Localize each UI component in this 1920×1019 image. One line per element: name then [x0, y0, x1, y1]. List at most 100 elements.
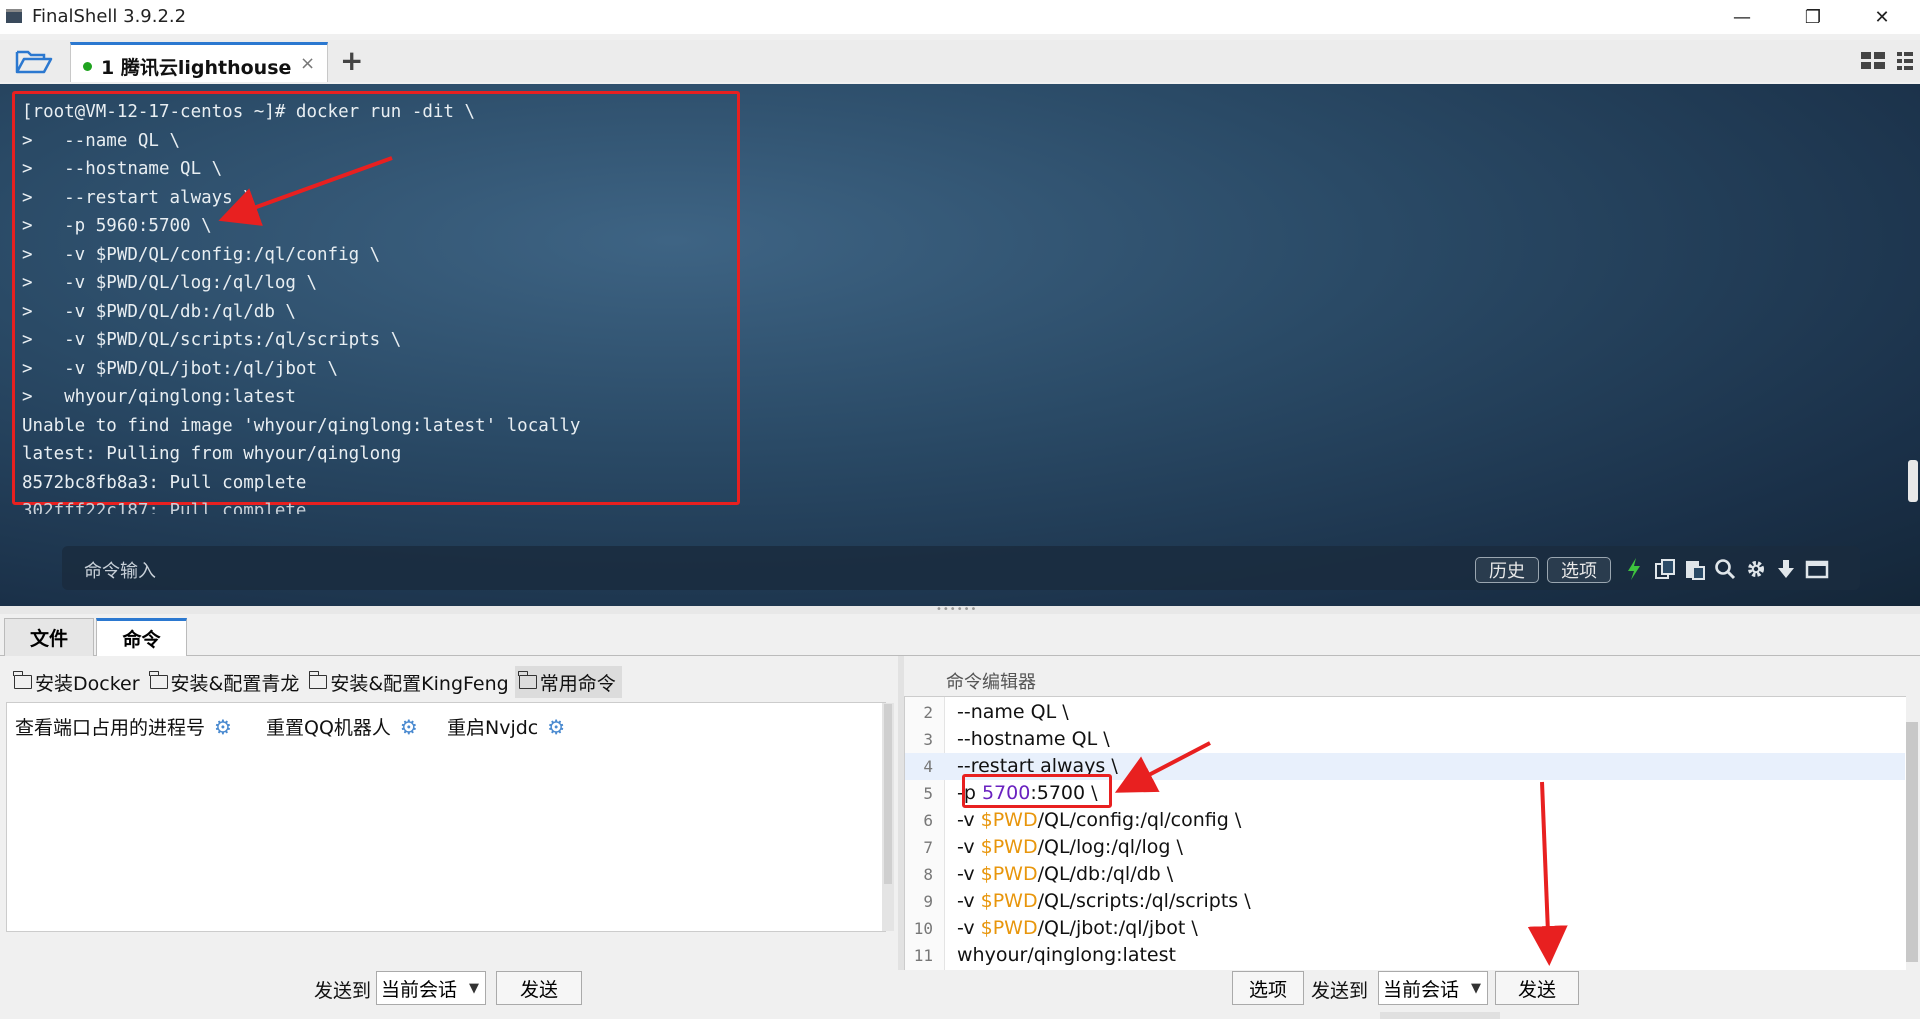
history-button[interactable]: 历史: [1475, 557, 1539, 583]
footer-bar: [0, 970, 1920, 1019]
line-number: 8: [923, 865, 933, 884]
terminal[interactable]: [root@VM-12-17-centos ~]# docker run -di…: [0, 84, 1920, 606]
editor-line[interactable]: 10 -v $PWD/QL/jbot:/ql/jbot \: [905, 915, 1905, 942]
quick-command-item[interactable]: 重置QQ机器人 ⚙: [266, 713, 420, 740]
search-icon[interactable]: [1713, 557, 1737, 581]
add-tab-button[interactable]: +: [340, 44, 363, 77]
editor-line[interactable]: 2 --name QL \: [905, 699, 1905, 726]
folder-icon: [518, 671, 537, 689]
minimize-button[interactable]: —: [1712, 0, 1772, 34]
editor-send-target-select[interactable]: 当前会话 ▼: [1378, 971, 1488, 1005]
tab-files[interactable]: 文件: [4, 618, 94, 656]
code-token: -v: [957, 917, 981, 939]
command-input-bar[interactable]: 命令输入 历史 选项: [62, 546, 1860, 590]
code-token: $PWD: [980, 863, 1038, 885]
quick-command-item[interactable]: 重启Nvjdc ⚙: [447, 713, 567, 740]
editor-send-target-value: 当前会话: [1383, 978, 1460, 1001]
download-arrow-icon[interactable]: [1774, 557, 1798, 581]
code-token: $PWD: [980, 836, 1038, 858]
code-token: $PWD: [980, 809, 1038, 831]
chevron-down-icon: ▼: [469, 981, 479, 996]
finalshell-logo-icon: [6, 9, 22, 23]
tab-commands[interactable]: 命令: [96, 618, 187, 656]
quick-command-list: 查看端口占用的进程号 ⚙ 重置QQ机器人 ⚙ 重启Nvjdc ⚙: [6, 702, 886, 932]
code-token: whyour/qinglong:latest: [957, 944, 1176, 966]
code-token: /QL/jbot:/ql/jbot \: [1037, 917, 1198, 939]
gear-icon[interactable]: ⚙: [547, 717, 567, 737]
code-token: /QL/log:/ql/log \: [1037, 836, 1183, 858]
session-tab[interactable]: 1 腾讯云lighthouse ×: [70, 42, 328, 82]
options-button[interactable]: 选项: [1547, 557, 1611, 583]
maximize-button[interactable]: ❐: [1783, 0, 1843, 34]
editor-line[interactable]: 3 --hostname QL \: [905, 726, 1905, 753]
code-token: -v: [957, 836, 981, 858]
close-window-button[interactable]: ✕: [1852, 0, 1912, 34]
command-editor-title: 命令编辑器: [946, 672, 1036, 693]
editor-line[interactable]: 11 whyour/qinglong:latest: [905, 942, 1905, 969]
command-folder-label: 常用命令: [539, 672, 616, 695]
editor-line[interactable]: 9 -v $PWD/QL/scripts:/ql/scripts \: [905, 888, 1905, 915]
command-editor[interactable]: 2 --name QL \ 3 --hostname QL \ 4 --restart a…: [904, 696, 1908, 972]
quick-command-label: 重启Nvjdc: [447, 717, 539, 739]
folder-icon: [13, 671, 32, 689]
code-token: --hostname QL \: [957, 728, 1110, 750]
tab-close-icon[interactable]: ×: [300, 53, 315, 74]
command-folder-tab[interactable]: 安装&配置青龙: [146, 666, 306, 698]
gear-icon[interactable]: ⚙: [214, 717, 234, 737]
settings-gear-icon[interactable]: [1744, 557, 1768, 581]
code-token: -v: [957, 863, 981, 885]
session-tab-bar: 1 腾讯云lighthouse × +: [0, 40, 1920, 82]
session-tab-label: 1 腾讯云lighthouse: [101, 57, 292, 79]
window-title: FinalShell 3.9.2.2: [32, 6, 187, 27]
command-folder-label: 安装Docker: [35, 672, 140, 695]
quick-command-item[interactable]: 查看端口占用的进程号 ⚙: [15, 713, 234, 740]
terminal-scrollbar[interactable]: [1908, 460, 1918, 502]
layout-grid-icon[interactable]: [1860, 50, 1886, 72]
editor-line-code: -v $PWD/QL/jbot:/ql/jbot \: [957, 915, 1198, 942]
title-bar: FinalShell 3.9.2.2 — ❐ ✕: [0, 0, 1920, 34]
quick-command-label: 重置QQ机器人: [266, 717, 391, 739]
line-number: 4: [923, 757, 933, 776]
command-folder-tab[interactable]: 安装Docker: [10, 666, 146, 698]
editor-line[interactable]: 7 -v $PWD/QL/log:/ql/log \: [905, 834, 1905, 861]
send-to-label: 发送到: [314, 980, 372, 1002]
code-token: $PWD: [980, 890, 1038, 912]
command-folder-tab[interactable]: 常用命令: [514, 666, 622, 698]
send-target-select[interactable]: 当前会话 ▼: [376, 971, 486, 1005]
window-toggle-icon[interactable]: [1805, 557, 1829, 581]
open-folder-icon[interactable]: [14, 46, 54, 76]
editor-line-code: --name QL \: [957, 699, 1069, 726]
copy-icon[interactable]: [1653, 557, 1677, 581]
quick-command-scrollbar-thumb[interactable]: [884, 704, 892, 884]
line-number: 9: [923, 892, 933, 911]
connected-status-icon: [83, 62, 92, 71]
line-number: 6: [923, 811, 933, 830]
status-strip: [1380, 1012, 1500, 1019]
bottom-panel-tabs: 文件 命令: [0, 614, 1920, 656]
editor-options-button[interactable]: 选项: [1232, 971, 1304, 1005]
code-token: /QL/config:/ql/config \: [1037, 809, 1242, 831]
line-number: 11: [913, 946, 933, 965]
command-folder-tab[interactable]: 安装&配置KingFeng: [305, 666, 514, 698]
annotation-highlight-box: [962, 774, 1112, 808]
editor-line-code: -v $PWD/QL/db:/ql/db \: [957, 861, 1173, 888]
line-number: 10: [913, 919, 933, 938]
more-menu-icon[interactable]: [1895, 50, 1915, 72]
editor-line-code: whyour/qinglong:latest: [957, 942, 1176, 969]
editor-line[interactable]: 6 -v $PWD/QL/config:/ql/config \: [905, 807, 1905, 834]
code-token: $PWD: [980, 917, 1038, 939]
lightning-icon[interactable]: [1622, 557, 1646, 581]
editor-send-button[interactable]: 发送: [1495, 971, 1579, 1005]
paste-icon[interactable]: [1683, 557, 1707, 581]
editor-line[interactable]: 8 -v $PWD/QL/db:/ql/db \: [905, 861, 1905, 888]
line-number: 2: [923, 703, 933, 722]
send-button[interactable]: 发送: [496, 971, 582, 1005]
gear-icon[interactable]: ⚙: [400, 717, 420, 737]
editor-scrollbar-thumb[interactable]: [1906, 722, 1918, 962]
command-editor-panel: 命令编辑器 2 --name QL \ 3 --hostname QL \ 4 --res…: [904, 656, 1920, 974]
terminal-partial-line: 302fff22c187: Pull complete: [22, 501, 307, 514]
annotation-highlight-box: [12, 91, 740, 505]
command-folder-tabs: 安装Docker 安装&配置青龙 安装&配置KingFeng 常用命令: [10, 666, 622, 698]
chevron-down-icon: ▼: [1471, 981, 1481, 996]
folder-icon: [148, 671, 168, 689]
